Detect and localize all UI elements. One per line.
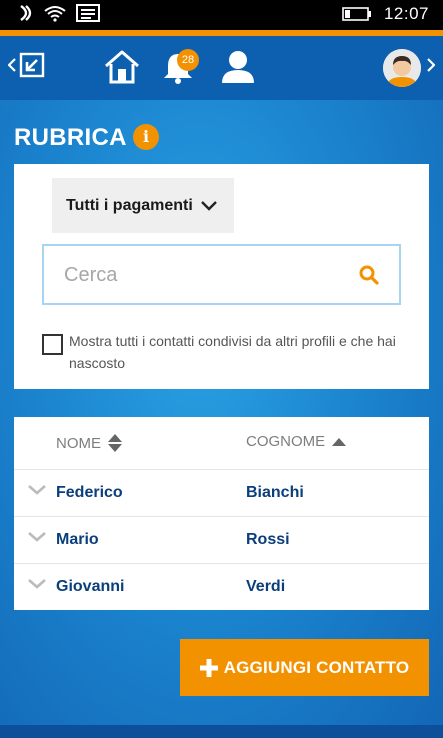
column-header-label: COGNOME xyxy=(246,433,326,450)
user-icon[interactable] xyxy=(220,50,256,84)
show-hidden-contacts-checkbox[interactable] xyxy=(42,334,63,355)
clock: 12:07 xyxy=(383,4,429,23)
back-chevron-icon xyxy=(8,58,16,72)
sort-both-icon xyxy=(108,434,122,452)
info-icon[interactable]: i xyxy=(133,124,159,150)
nfc-icon xyxy=(20,5,32,21)
status-bar: 12:07 xyxy=(0,0,443,30)
notification-badge: 28 xyxy=(177,49,199,71)
battery-icon xyxy=(342,7,371,21)
column-header-label: NOME xyxy=(56,434,101,452)
first-name: Giovanni xyxy=(56,578,125,595)
table-row[interactable]: Mario Rossi xyxy=(14,516,429,563)
sort-ascending-icon xyxy=(332,437,347,446)
contacts-table: NOME COGNOME Federico Bianchi Mario Ross… xyxy=(14,417,429,610)
table-row[interactable]: Federico Bianchi xyxy=(14,469,429,516)
back-button[interactable] xyxy=(8,52,45,78)
add-contact-label: AGGIUNGI CONTATTO xyxy=(223,657,410,677)
filter-panel: Tutti i pagamenti Mostra tutti i contatt… xyxy=(14,164,429,389)
plus-icon xyxy=(199,658,218,677)
last-name: Verdi xyxy=(246,578,286,595)
column-header-nome[interactable]: NOME xyxy=(56,433,123,453)
column-header-cognome[interactable]: COGNOME xyxy=(246,433,347,450)
message-icon xyxy=(76,4,100,22)
first-name: Federico xyxy=(56,484,123,501)
last-name: Bianchi xyxy=(246,484,304,501)
page-title: RUBRICA xyxy=(14,124,127,151)
home-icon[interactable] xyxy=(104,50,140,84)
bottom-bar xyxy=(0,725,443,738)
main-content: RUBRICA i Tutti i pagamenti Mostra tutti… xyxy=(0,100,443,738)
avatar[interactable] xyxy=(383,49,421,87)
table-row[interactable]: Giovanni Verdi xyxy=(14,563,429,610)
first-name: Mario xyxy=(56,531,99,548)
checkbox-label: Mostra tutti i contatti condivisi da alt… xyxy=(69,333,396,371)
wifi-icon xyxy=(44,6,66,22)
payment-filter-dropdown[interactable]: Tutti i pagamenti xyxy=(52,178,234,233)
dropdown-label: Tutti i pagamenti xyxy=(66,196,193,214)
logout-icon xyxy=(19,52,45,78)
chevron-down-icon xyxy=(200,200,217,211)
chevron-down-icon[interactable] xyxy=(28,532,46,542)
search-icon[interactable] xyxy=(359,265,379,285)
top-nav: 28 xyxy=(0,36,443,100)
search-input[interactable] xyxy=(64,260,344,290)
last-name: Rossi xyxy=(246,531,290,548)
search-box xyxy=(42,244,401,305)
chevron-down-icon[interactable] xyxy=(28,579,46,589)
more-chevron-icon[interactable] xyxy=(427,58,435,72)
chevron-down-icon[interactable] xyxy=(28,485,46,495)
add-contact-button[interactable]: AGGIUNGI CONTATTO xyxy=(180,639,429,696)
